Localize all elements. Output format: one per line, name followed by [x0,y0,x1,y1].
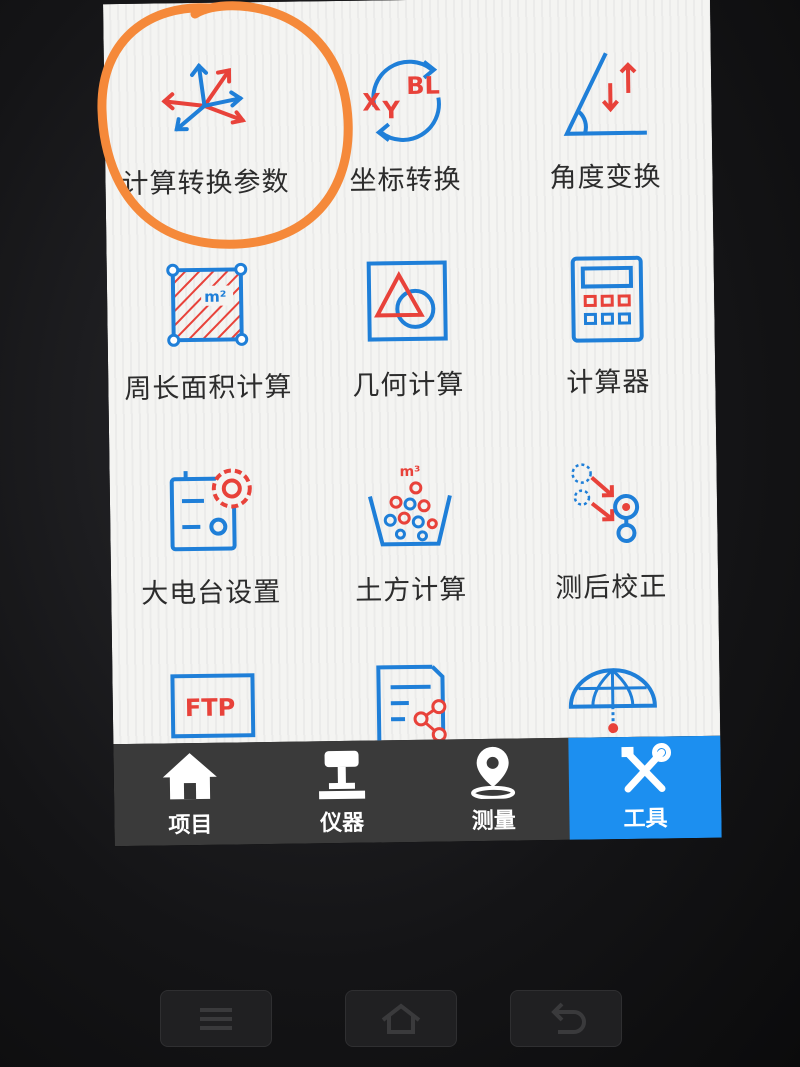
device-body: 计算转换参数 X Y BL 坐标转换 角度变换 m² 周长面积计算 几何计算 计… [0,0,800,1067]
tool-geometry-calc[interactable]: 几何计算 [306,224,509,432]
tool-label: 坐标转换 [349,164,462,197]
area-unit-glyph: m² [204,288,226,306]
x-glyph: X [362,88,381,116]
tool-label: 几何计算 [352,369,465,402]
tool-label: 计算器 [566,366,651,399]
bottom-tab-bar: 项目 仪器 测量 工具 [113,735,722,847]
tool-earthwork-calc[interactable]: m³ 土方计算 [309,429,512,637]
tool-share-document[interactable] [312,634,515,745]
tool-calculator[interactable]: 计算器 [506,221,709,429]
tab-label: 测量 [471,808,517,835]
tab-tools[interactable]: 工具 [568,735,722,840]
tools-grid: 计算转换参数 X Y BL 坐标转换 角度变换 m² 周长面积计算 几何计算 计… [103,16,720,745]
tool-perimeter-area[interactable]: m² 周长面积计算 [106,226,309,434]
area-calc-icon: m² [166,262,249,347]
tab-label: 项目 [168,812,213,839]
menu-icon [200,1007,232,1030]
screen: 计算转换参数 X Y BL 坐标转换 角度变换 m² 周长面积计算 几何计算 计… [103,0,722,847]
tool-label: 角度变换 [549,161,662,195]
tool-angle-transform[interactable]: 角度变换 [503,16,706,224]
share-document-icon [376,664,447,745]
tool-radio-settings[interactable]: 大电台设置 [109,431,312,639]
calculator-icon [570,255,644,343]
angle-icon [563,52,647,136]
tab-label: 工具 [623,806,668,833]
tool-label: 大电台设置 [141,576,282,610]
tool-coordinate-conversion[interactable]: X Y BL 坐标转换 [303,19,506,227]
home-hardware-button[interactable] [345,990,457,1047]
volume-unit-glyph: m³ [399,464,420,480]
hardware-buttons [160,990,640,1050]
y-glyph: Y [381,96,400,124]
tool-label: 计算转换参数 [121,166,290,200]
home-icon [162,753,217,800]
radio-settings-icon [169,468,252,552]
location-pin-icon [471,746,516,800]
tab-instrument[interactable]: 仪器 [265,740,418,844]
axes-transform-icon [161,62,247,132]
tool-label: 周长面积计算 [124,371,293,405]
tab-project[interactable]: 项目 [113,742,266,846]
tools-icon [621,743,672,793]
xy-bl-convert-icon: X Y BL [362,59,441,142]
earthwork-icon: m³ [367,464,452,547]
tab-label: 仪器 [319,810,365,837]
home-outline-icon [381,1002,421,1034]
menu-hardware-button[interactable] [160,990,272,1047]
bl-glyph: BL [406,72,440,100]
globe-grid-icon [568,668,657,734]
gnss-receiver-icon [318,750,365,800]
tab-survey[interactable]: 测量 [417,738,570,842]
ftp-glyph: FTP [185,693,236,722]
back-arrow-icon [551,1002,586,1034]
tool-label: 测后校正 [555,571,668,604]
post-correction-icon [571,463,640,543]
geometry-icon [366,260,448,342]
tool-globe-grid[interactable] [512,631,715,744]
tool-compute-transform-params[interactable]: 计算转换参数 [103,21,306,229]
tool-ftp[interactable]: FTP [112,636,315,744]
tools-panel: 计算转换参数 X Y BL 坐标转换 角度变换 m² 周长面积计算 几何计算 计… [103,0,721,745]
ftp-icon: FTP [170,673,256,739]
tool-post-correction[interactable]: 测后校正 [509,426,712,634]
back-hardware-button[interactable] [510,990,622,1047]
tool-label: 土方计算 [355,574,468,607]
